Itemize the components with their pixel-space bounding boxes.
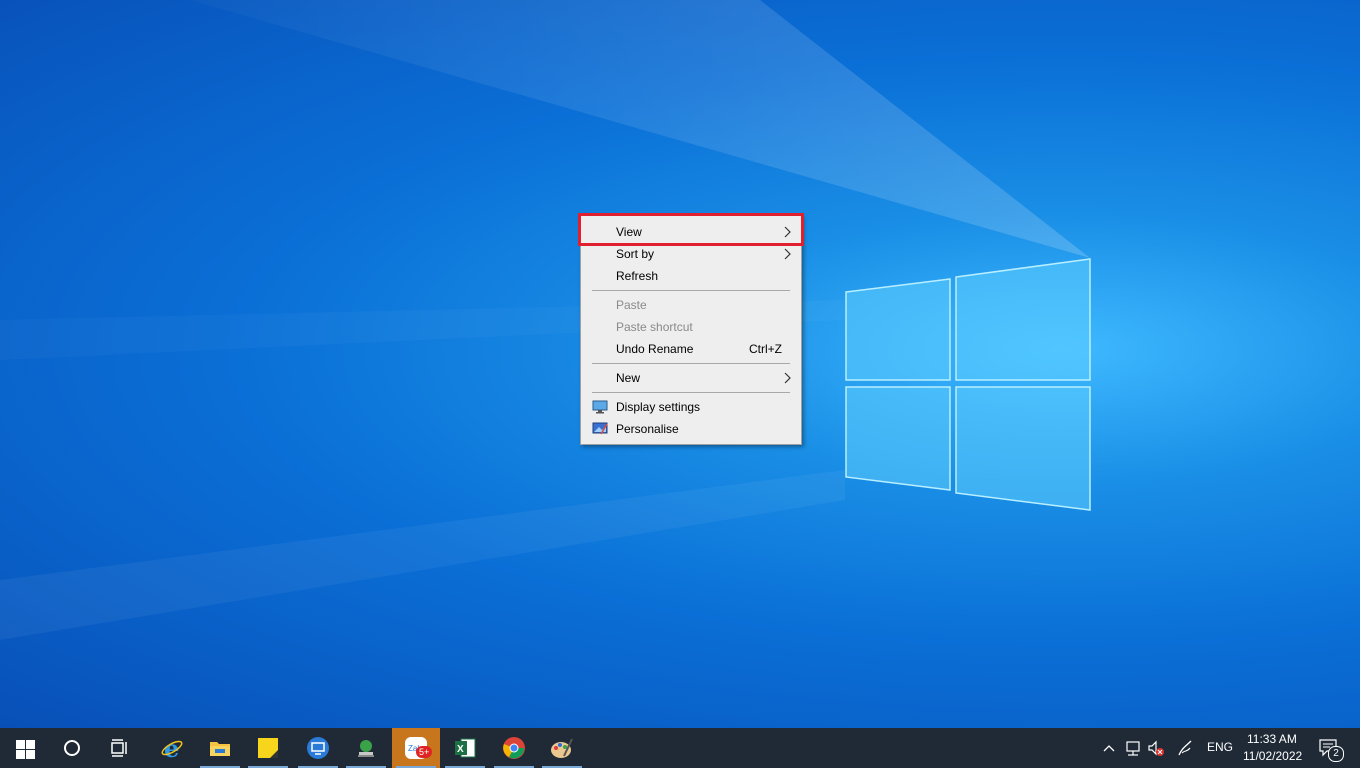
menu-item-label: Personalise (616, 422, 679, 436)
show-hidden-icons-chevron-icon[interactable] (1100, 738, 1118, 758)
taskbar-app-zalo[interactable]: Zalo 5+ (392, 728, 440, 768)
taskbar-app-network[interactable] (342, 728, 390, 768)
menu-item-shortcut: Ctrl+Z (749, 342, 782, 356)
menu-item-new[interactable]: New (582, 367, 800, 389)
menu-item-paste: Paste (582, 294, 800, 316)
menu-separator (592, 363, 790, 364)
pen-ink-workspace-icon[interactable] (1176, 738, 1194, 758)
notification-count-badge: 2 (1328, 746, 1344, 762)
personalise-icon (592, 422, 608, 435)
taskbar-app-excel[interactable]: X (441, 728, 489, 768)
input-language-indicator[interactable]: ENG (1207, 740, 1233, 754)
desktop-context-menu: View Sort by Refresh Paste Paste shortcu… (580, 215, 802, 445)
chrome-icon (503, 737, 525, 759)
excel-icon: X (455, 738, 476, 758)
menu-item-label: Undo Rename (616, 342, 694, 356)
clock-date[interactable]: 11/02/2022 (1243, 749, 1302, 763)
start-button[interactable] (0, 728, 48, 768)
windows-start-icon (16, 740, 35, 759)
desktop-background[interactable]: View Sort by Refresh Paste Paste shortcu… (0, 0, 1360, 728)
chevron-right-icon (784, 372, 791, 384)
menu-item-label: Refresh (616, 269, 659, 283)
paint-icon (551, 738, 573, 758)
taskbar-app-remote-desktop[interactable] (294, 728, 342, 768)
taskbar-app-paint[interactable] (538, 728, 586, 768)
taskbar-app-chrome[interactable] (490, 728, 538, 768)
menu-item-display-settings[interactable]: Display settings (582, 396, 800, 418)
taskbar-app-sticky-notes[interactable] (244, 728, 292, 768)
chevron-right-icon (784, 248, 791, 260)
task-view-button[interactable] (96, 728, 144, 768)
cortana-circle-icon (64, 740, 80, 756)
taskbar: e Zalo 5+ (0, 728, 1360, 768)
windows-logo-wallpaper (845, 258, 1091, 511)
network-app-icon (358, 740, 374, 757)
menu-item-undo-rename[interactable]: Undo Rename Ctrl+Z (582, 338, 800, 360)
network-icon[interactable] (1124, 738, 1142, 758)
menu-item-label: Paste (616, 298, 647, 312)
menu-item-sort-by[interactable]: Sort by (582, 243, 800, 265)
internet-explorer-icon: e (161, 736, 183, 760)
menu-item-paste-shortcut: Paste shortcut (582, 316, 800, 338)
zalo-badge: 5+ (416, 746, 433, 758)
taskbar-app-internet-explorer[interactable]: e (148, 728, 196, 768)
task-view-icon (111, 739, 127, 757)
menu-item-label: Paste shortcut (616, 320, 693, 334)
menu-separator (592, 290, 790, 291)
remote-desktop-icon (307, 737, 329, 759)
menu-separator (592, 392, 790, 393)
highlight-annotation-box (578, 213, 804, 246)
menu-item-label: Sort by (616, 247, 655, 261)
svg-text:X: X (457, 744, 464, 755)
menu-item-label: Display settings (616, 400, 701, 414)
menu-item-personalise[interactable]: Personalise (582, 418, 800, 440)
search-button[interactable] (48, 728, 96, 768)
sticky-notes-icon (258, 738, 278, 758)
volume-muted-icon[interactable] (1147, 738, 1165, 758)
file-explorer-icon (210, 742, 230, 756)
clock-time[interactable]: 11:33 AM (1247, 732, 1297, 746)
taskbar-app-file-explorer[interactable] (196, 728, 244, 768)
menu-item-refresh[interactable]: Refresh (582, 265, 800, 287)
menu-item-label: New (616, 371, 641, 385)
display-settings-icon (592, 400, 608, 414)
